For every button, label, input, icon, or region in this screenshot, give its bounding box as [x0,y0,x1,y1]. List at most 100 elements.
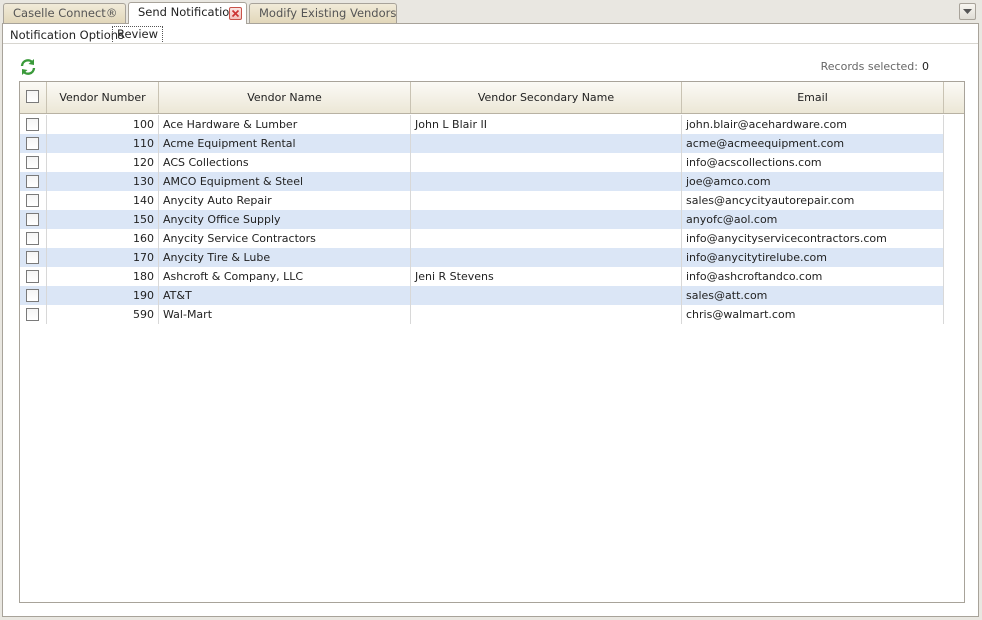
table-row[interactable]: 190 AT&T sales@att.com [20,286,944,305]
header-spacer [944,82,964,113]
column-header-vendor-name[interactable]: Vendor Name [159,82,411,113]
cell-vendor-number: 100 [47,115,159,134]
cell-vendor-number: 190 [47,286,159,305]
tab-list-menu-button[interactable] [959,3,976,20]
row-checkbox[interactable] [26,251,39,264]
row-checkbox[interactable] [26,175,39,188]
select-all-checkbox[interactable] [26,90,39,103]
cell-email: anyofc@aol.com [682,210,944,229]
records-selected-count: 0 [922,60,929,73]
column-header-vendor-secondary-name[interactable]: Vendor Secondary Name [411,82,682,113]
cell-vendor-number: 180 [47,267,159,286]
cell-vendor-number: 130 [47,172,159,191]
row-checkbox[interactable] [26,194,39,207]
close-icon[interactable] [229,7,242,20]
cell-select [20,248,47,267]
cell-email: info@ashcroftandco.com [682,267,944,286]
column-header-email[interactable]: Email [682,82,944,113]
row-checkbox[interactable] [26,232,39,245]
row-checkbox[interactable] [26,308,39,321]
cell-vendor-secondary-name [411,210,682,229]
tab-caselle-connect[interactable]: Caselle Connect® [3,3,126,23]
table-row[interactable]: 100 Ace Hardware & Lumber John L Blair II j… [20,115,944,134]
cell-vendor-name: Anycity Office Supply [159,210,411,229]
cell-email: info@anycityservicecontractors.com [682,229,944,248]
tab-label: Modify Existing Vendors [259,6,397,20]
table-row[interactable]: 120 ACS Collections info@acscollections.co… [20,153,944,172]
cell-select [20,305,47,324]
tab-label: Send Notifications [138,5,243,19]
row-checkbox[interactable] [26,289,39,302]
cell-select [20,229,47,248]
cell-email: sales@ancycityautorepair.com [682,191,944,210]
table-row[interactable]: 150 Anycity Office Supply anyofc@aol.com [20,210,944,229]
cell-email: info@acscollections.com [682,153,944,172]
cell-vendor-number: 110 [47,134,159,153]
row-checkbox[interactable] [26,156,39,169]
tab-modify-existing-vendors[interactable]: Modify Existing Vendors [249,3,397,23]
cell-vendor-number: 160 [47,229,159,248]
row-checkbox[interactable] [26,118,39,131]
cell-vendor-secondary-name [411,229,682,248]
cell-vendor-name: Anycity Tire & Lube [159,248,411,267]
cell-select [20,115,47,134]
cell-vendor-name: Anycity Service Contractors [159,229,411,248]
cell-vendor-name: Ace Hardware & Lumber [159,115,411,134]
subtab-strip: Notification Options Review [3,24,978,44]
table-row[interactable]: 170 Anycity Tire & Lube info@anycitytirelu… [20,248,944,267]
refresh-icon[interactable] [19,58,37,76]
cell-email: john.blair@acehardware.com [682,115,944,134]
table-row[interactable]: 160 Anycity Service Contractors info@anyci… [20,229,944,248]
tab-send-notifications[interactable]: Send Notifications [128,2,247,24]
column-header-label: Vendor Secondary Name [477,91,615,104]
cell-select [20,191,47,210]
cell-vendor-name: Acme Equipment Rental [159,134,411,153]
column-header-label: Vendor Number [59,91,146,104]
cell-vendor-name: ACS Collections [159,153,411,172]
table-row[interactable]: 180 Ashcroft & Company, LLC Jeni R Stevens… [20,267,944,286]
cell-vendor-number: 590 [47,305,159,324]
subtab-label: Notification Options [10,28,125,42]
table-row[interactable]: 140 Anycity Auto Repair sales@ancycityauto… [20,191,944,210]
cell-vendor-name: Wal-Mart [159,305,411,324]
cell-select [20,267,47,286]
cell-vendor-number: 120 [47,153,159,172]
cell-select [20,153,47,172]
table-row[interactable]: 590 Wal-Mart chris@walmart.com [20,305,944,324]
tab-label: Caselle Connect® [13,6,118,20]
column-header-label: Email [797,91,828,104]
subtab-notification-options[interactable]: Notification Options [6,27,128,44]
table-row[interactable]: 110 Acme Equipment Rental acme@acmeequipme… [20,134,944,153]
row-checkbox[interactable] [26,213,39,226]
cell-vendor-secondary-name [411,172,682,191]
cell-vendor-name: Anycity Auto Repair [159,191,411,210]
column-header-label: Vendor Name [247,91,322,104]
cell-vendor-secondary-name [411,153,682,172]
cell-vendor-secondary-name [411,305,682,324]
cell-email: chris@walmart.com [682,305,944,324]
cell-email: joe@amco.com [682,172,944,191]
subtab-review[interactable]: Review [112,26,164,42]
cell-select [20,286,47,305]
select-all-header [20,82,47,113]
chevron-down-icon [963,9,972,14]
cell-vendor-secondary-name [411,286,682,305]
cell-select [20,210,47,229]
row-checkbox[interactable] [26,137,39,150]
cell-vendor-name: AMCO Equipment & Steel [159,172,411,191]
grid-header: Vendor Number Vendor Name Vendor Seconda… [20,82,964,114]
cell-vendor-secondary-name: John L Blair II [411,115,682,134]
cell-vendor-number: 150 [47,210,159,229]
cell-vendor-secondary-name: Jeni R Stevens [411,267,682,286]
cell-select [20,134,47,153]
table-row[interactable]: 130 AMCO Equipment & Steel joe@amco.com [20,172,944,191]
cell-vendor-number: 140 [47,191,159,210]
records-selected-label: Records selected: [820,60,918,73]
vendor-grid: Vendor Number Vendor Name Vendor Seconda… [19,81,965,603]
document-tab-strip: Caselle Connect® Send Notifications Modi… [0,0,982,24]
cell-vendor-secondary-name [411,134,682,153]
row-checkbox[interactable] [26,270,39,283]
column-header-vendor-number[interactable]: Vendor Number [47,82,159,113]
cell-vendor-number: 170 [47,248,159,267]
subtab-label: Review [117,27,159,41]
